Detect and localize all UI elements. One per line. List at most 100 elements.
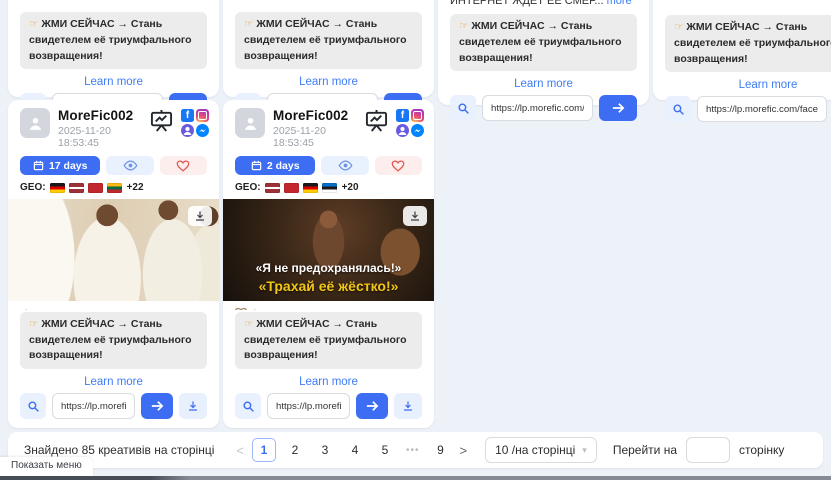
geo-more-count[interactable]: +20 <box>342 182 359 193</box>
platform-icons <box>396 109 424 137</box>
page-size-value: 10 /на сторінці <box>495 443 575 457</box>
page-button-5[interactable]: 5 <box>377 443 393 457</box>
pagination-ellipsis[interactable]: ••• <box>406 445 420 456</box>
search-icon <box>242 400 255 413</box>
eye-icon <box>338 160 353 171</box>
cta-box: ЖМИ СЕЙЧАС → Стань свидетелем её триумфа… <box>235 12 422 69</box>
pointing-hand-icon <box>29 18 41 30</box>
show-menu-button[interactable]: Показать меню <box>0 457 93 476</box>
days-active-button[interactable]: 17 days <box>20 156 100 175</box>
search-button[interactable] <box>665 96 691 122</box>
results-summary: Знайдено 85 креативів на сторінці <box>24 443 214 457</box>
cta-text: ЖМИ СЕЙЧАС → Стань свидетелем её триумфа… <box>29 18 192 62</box>
download-icon <box>402 400 414 412</box>
geo-flag <box>69 183 84 193</box>
geo-flag <box>284 183 299 193</box>
search-button[interactable] <box>235 393 261 419</box>
stats-board-icon[interactable] <box>149 109 174 132</box>
pointing-hand-icon <box>459 20 471 32</box>
geo-flag <box>107 183 122 193</box>
arrow-right-icon <box>150 400 164 412</box>
learn-more-link[interactable]: Learn more <box>235 76 422 88</box>
landing-url-input[interactable] <box>697 96 827 122</box>
favorite-button[interactable] <box>375 156 422 175</box>
download-creative-button[interactable] <box>188 206 212 226</box>
creative-image[interactable]: «Я не предохранялась!» «Трахай её жёстко… <box>223 199 434 301</box>
image-overlay-text-1: «Я не предохранялась!» <box>223 261 434 275</box>
advertiser-name: MoreFic002 <box>273 108 356 123</box>
open-link-button[interactable] <box>356 393 388 419</box>
cta-box: ЖМИ СЕЙЧАС → Стань свидетелем её триумфа… <box>20 12 207 69</box>
eye-icon <box>123 160 138 171</box>
landing-url-input[interactable] <box>482 95 593 121</box>
open-link-button[interactable] <box>141 393 173 419</box>
landing-url-input[interactable] <box>267 393 350 419</box>
download-creative-button[interactable] <box>403 206 427 226</box>
calendar-icon <box>33 160 44 171</box>
open-link-button[interactable] <box>599 95 637 121</box>
pointing-hand-icon <box>29 318 41 330</box>
geo-flag <box>303 183 318 193</box>
favorite-button[interactable] <box>160 156 207 175</box>
landing-url-input[interactable] <box>52 393 135 419</box>
creative-datetime: 2025-11-20 18:53:45 <box>273 125 356 149</box>
cta-text: ЖМИ СЕЙЧАС → Стань свидетелем её триумфа… <box>29 318 192 362</box>
page-size-select[interactable]: 10 /на сторінці ▾ <box>485 437 597 463</box>
goto-label: Перейти на <box>613 443 677 457</box>
avatar <box>20 108 50 138</box>
creative-card-partial: ЖМИ СЕЙЧАС → Стань свидетелем её триумфа… <box>223 0 434 97</box>
creative-card-partial: ЖМИ СЕЙЧАС → Стань свидетелем её триумфа… <box>653 0 831 100</box>
pointing-hand-icon <box>674 21 686 33</box>
learn-more-link[interactable]: Learn more <box>450 78 637 90</box>
page-button-1[interactable]: 1 <box>252 438 276 462</box>
geo-flag <box>88 183 103 193</box>
page-button-2[interactable]: 2 <box>287 443 303 457</box>
download-button[interactable] <box>179 393 207 419</box>
image-overlay-text-2: «Трахай её жёстко!» <box>223 278 434 294</box>
arrow-right-icon <box>611 102 625 114</box>
geo-more-count[interactable]: +22 <box>127 182 144 193</box>
creative-card: MoreFic002 2025-11-20 18:53:45 17 days G… <box>8 100 219 428</box>
search-button[interactable] <box>20 393 46 419</box>
goto-page-input[interactable] <box>686 437 730 463</box>
page-button-3[interactable]: 3 <box>317 443 333 457</box>
learn-more-link[interactable]: Learn more <box>223 376 434 388</box>
views-button[interactable] <box>106 156 153 175</box>
search-icon <box>27 400 40 413</box>
next-page-button[interactable]: > <box>456 443 472 458</box>
instagram-icon <box>411 109 424 122</box>
learn-more-link[interactable]: Learn more <box>665 79 831 91</box>
download-button[interactable] <box>394 393 422 419</box>
creative-image[interactable] <box>8 199 219 301</box>
stats-board-icon[interactable] <box>364 109 389 132</box>
goto-suffix: сторінку <box>739 443 784 457</box>
creative-card: MoreFic002 2025-11-20 18:53:45 2 days GE… <box>223 100 434 428</box>
creative-card-partial: ИНТЕРНЕТ ЖДЁТ ЕЁ СМЕР... more ЖМИ СЕЙЧАС… <box>438 0 649 105</box>
more-link[interactable]: more <box>607 0 632 7</box>
creative-card-partial: ЖМИ СЕЙЧАС → Стань свидетелем её триумфа… <box>8 0 219 97</box>
clipped-description-text: ИНТЕРНЕТ ЖДЁТ ЕЁ СМЕР... <box>450 0 607 7</box>
pointing-hand-icon <box>244 318 256 330</box>
creative-description: ⚡ 3 ГОДА УХАЖИВАЛА ЗА МУЖЕМ-ВЕГЕТАТИВЦЕМ… <box>8 301 219 310</box>
learn-more-link[interactable]: Learn more <box>20 76 207 88</box>
search-button[interactable] <box>450 95 476 121</box>
views-button[interactable] <box>321 156 368 175</box>
heart-icon <box>391 160 405 172</box>
instagram-icon <box>196 109 209 122</box>
clipped-description: ИНТЕРНЕТ ЖДЁТ ЕЁ СМЕР... more <box>450 0 637 10</box>
days-active-button[interactable]: 2 days <box>235 156 315 175</box>
book-icon <box>235 308 247 310</box>
download-icon <box>187 400 199 412</box>
creative-datetime: 2025-11-20 18:53:45 <box>58 125 141 149</box>
cta-box: ЖМИ СЕЙЧАС → Стань свидетелем её триумфа… <box>665 15 831 72</box>
geo-label: GEO: <box>20 182 46 193</box>
search-icon <box>672 103 685 116</box>
page-button-9[interactable]: 9 <box>433 443 449 457</box>
page-button-4[interactable]: 4 <box>347 443 363 457</box>
creative-description: ⚡ Сводная сестра украла её заслуги и при… <box>223 301 434 310</box>
cta-text: ЖМИ СЕЙЧАС → Стань свидетелем её триумфа… <box>244 18 407 62</box>
learn-more-link[interactable]: Learn more <box>8 376 219 388</box>
prev-page-button[interactable]: < <box>232 443 248 458</box>
geo-flag <box>322 183 337 193</box>
messenger-icon <box>196 124 209 137</box>
